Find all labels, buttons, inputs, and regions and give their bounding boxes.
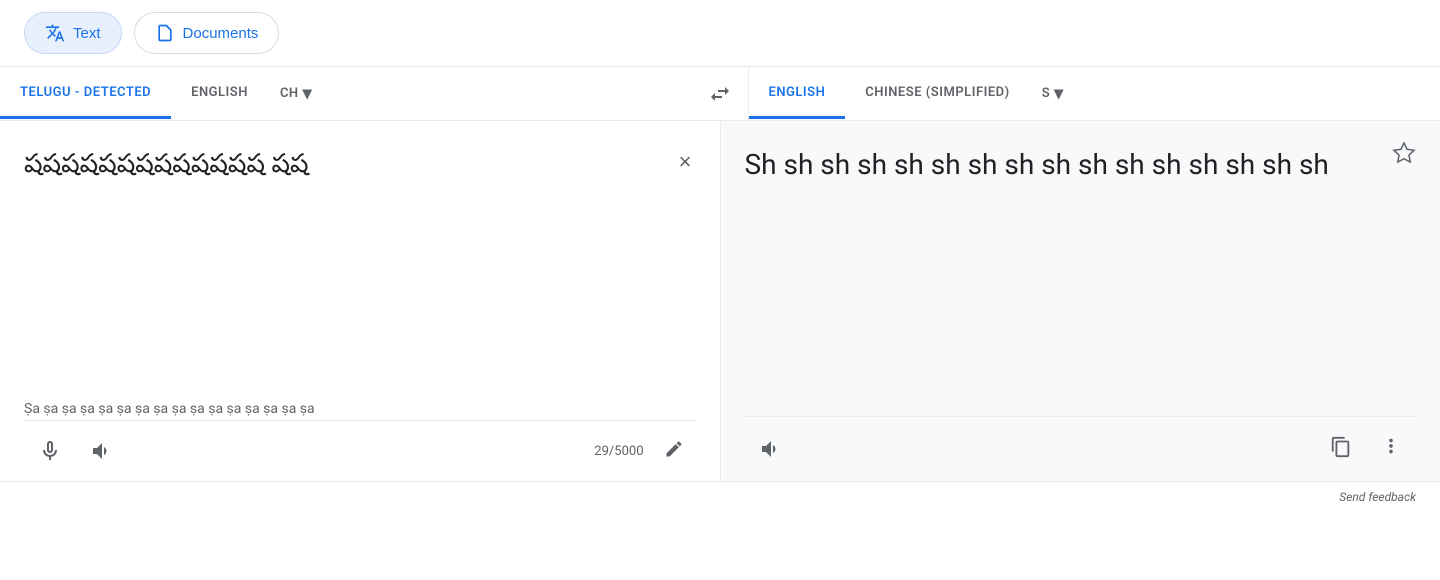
documents-tab[interactable]: Documents — [134, 12, 280, 54]
edit-button[interactable] — [660, 435, 688, 468]
target-panel: Sh sh sh sh sh sh sh sh sh sh sh sh sh s… — [721, 121, 1440, 481]
top-bar: Text Documents — [0, 0, 1440, 67]
copy-icon — [1330, 436, 1352, 458]
documents-tab-label: Documents — [183, 25, 259, 42]
source-text[interactable]: షషషషషషషషషషషషష షష — [24, 145, 656, 386]
source-panel: షషషషషషషషషషషషష షష × Ṣa ṣa ṣa ṣa ṣa ṣa ṣa … — [0, 121, 721, 481]
speaker-button-source[interactable] — [84, 433, 120, 469]
star-icon — [1392, 141, 1416, 165]
text-tab[interactable]: Text — [24, 12, 122, 54]
source-toolbar: 29/5000 — [24, 420, 696, 481]
speaker-button-target[interactable] — [753, 431, 789, 467]
target-lang-s-label: S — [1042, 86, 1050, 101]
transliteration-text: Ṣa ṣa ṣa ṣa ṣa ṣa ṣa ṣa ṣa ṣa ṣa ṣa ṣa ṣ… — [24, 398, 696, 420]
target-lang-chevron-icon: ▾ — [1054, 83, 1064, 104]
source-lang-chevron-icon: ▾ — [303, 83, 313, 104]
target-lang-tab-chinese[interactable]: CHINESE (SIMPLIFIED) — [845, 69, 1029, 119]
target-lang-panel: ENGLISH CHINESE (SIMPLIFIED) S ▾ — [748, 67, 1440, 120]
language-bar: TELUGU - DETECTED ENGLISH CH ▾ ENGLISH C… — [0, 67, 1440, 121]
speaker-icon-source — [90, 439, 114, 463]
swap-arrows-icon — [708, 82, 732, 106]
target-toolbar — [745, 416, 1417, 481]
target-lang-tab-english[interactable]: ENGLISH — [749, 69, 846, 119]
source-lang-tab-english[interactable]: ENGLISH — [171, 69, 268, 119]
source-lang-panel: TELUGU - DETECTED ENGLISH CH ▾ — [0, 67, 692, 120]
more-icon — [1380, 435, 1402, 457]
source-lang-ch-label: CH — [280, 86, 299, 101]
swap-languages-button[interactable] — [692, 74, 748, 114]
edit-icon — [664, 439, 684, 459]
text-tab-label: Text — [73, 25, 101, 42]
microphone-button[interactable] — [32, 433, 68, 469]
feedback-link[interactable]: Send feedback — [1339, 490, 1416, 504]
document-icon — [155, 23, 175, 43]
star-button[interactable] — [1392, 141, 1416, 171]
char-count: 29/5000 — [594, 444, 643, 459]
translate-icon — [45, 23, 65, 43]
target-lang-dropdown[interactable]: S ▾ — [1030, 67, 1076, 120]
more-button[interactable] — [1374, 429, 1408, 469]
copy-button[interactable] — [1324, 430, 1358, 469]
footer: Send feedback — [0, 481, 1440, 512]
mic-icon — [38, 439, 62, 463]
target-text: Sh sh sh sh sh sh sh sh sh sh sh sh sh s… — [745, 145, 1417, 184]
source-lang-dropdown[interactable]: CH ▾ — [268, 67, 324, 120]
source-lang-tab-telugu[interactable]: TELUGU - DETECTED — [0, 69, 171, 119]
clear-button[interactable]: × — [675, 145, 696, 179]
translation-area: షషషషషషషషషషషషష షష × Ṣa ṣa ṣa ṣa ṣa ṣa ṣa … — [0, 121, 1440, 481]
speaker-icon-target — [759, 437, 783, 461]
